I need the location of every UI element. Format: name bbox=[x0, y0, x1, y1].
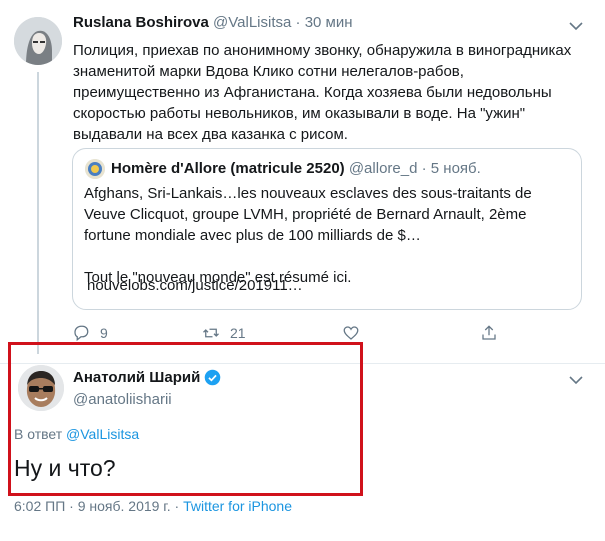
retweet-icon bbox=[203, 328, 219, 338]
tweet-timestamp[interactable]: 6:02 ПП · 9 нояб. 2019 г. bbox=[14, 498, 171, 514]
like-icon bbox=[343, 326, 359, 340]
reply-button[interactable]: 9 bbox=[72, 324, 108, 342]
quote-paragraph-1: Afghans, Sri-Lankais…les nouveaux esclav… bbox=[84, 185, 532, 244]
quote-header: Homère d'Allore (matricule 2520) @allore… bbox=[111, 160, 481, 177]
thread-line bbox=[37, 72, 39, 354]
separator: · bbox=[295, 14, 301, 31]
author-handle[interactable]: @ValLisitsa bbox=[213, 14, 291, 31]
separator: · bbox=[421, 160, 427, 177]
chevron-down-icon[interactable] bbox=[569, 18, 583, 34]
like-button[interactable] bbox=[342, 324, 370, 342]
tweet-header: Ruslana Boshirova @ValLisitsa · 30 мин bbox=[73, 14, 353, 31]
tweet-time[interactable]: 30 мин bbox=[305, 14, 353, 31]
tweet-meta: 6:02 ПП · 9 нояб. 2019 г. · Twitter for … bbox=[14, 498, 292, 514]
quoted-tweet-card[interactable]: Homère d'Allore (matricule 2520) @allore… bbox=[72, 148, 582, 310]
quote-author-name: Homère d'Allore (matricule 2520) bbox=[111, 160, 345, 177]
reply-count: 9 bbox=[100, 325, 108, 341]
retweet-button[interactable]: 21 bbox=[202, 324, 246, 342]
tweet-source[interactable]: Twitter for iPhone bbox=[183, 498, 292, 514]
author-name[interactable]: Ruslana Boshirova bbox=[73, 14, 209, 31]
quote-author-handle: @allore_d bbox=[348, 160, 418, 177]
avatar[interactable] bbox=[14, 17, 62, 65]
quote-text: Afghans, Sri-Lankais…les nouveaux esclav… bbox=[84, 183, 574, 288]
tweet-text: Полиция, приехав по анонимному звонку, о… bbox=[73, 42, 572, 143]
quote-link[interactable]: nouvelobs.com/justice/201911… bbox=[87, 277, 303, 294]
chevron-down-icon[interactable] bbox=[569, 372, 583, 388]
retweet-count: 21 bbox=[230, 325, 246, 341]
quote-date: 5 нояб. bbox=[430, 160, 481, 177]
share-button[interactable] bbox=[480, 324, 498, 342]
quote-avatar bbox=[85, 159, 105, 179]
highlight-frame bbox=[8, 342, 363, 496]
reply-icon bbox=[74, 325, 89, 342]
share-icon bbox=[482, 325, 496, 340]
separator: · bbox=[174, 498, 180, 514]
